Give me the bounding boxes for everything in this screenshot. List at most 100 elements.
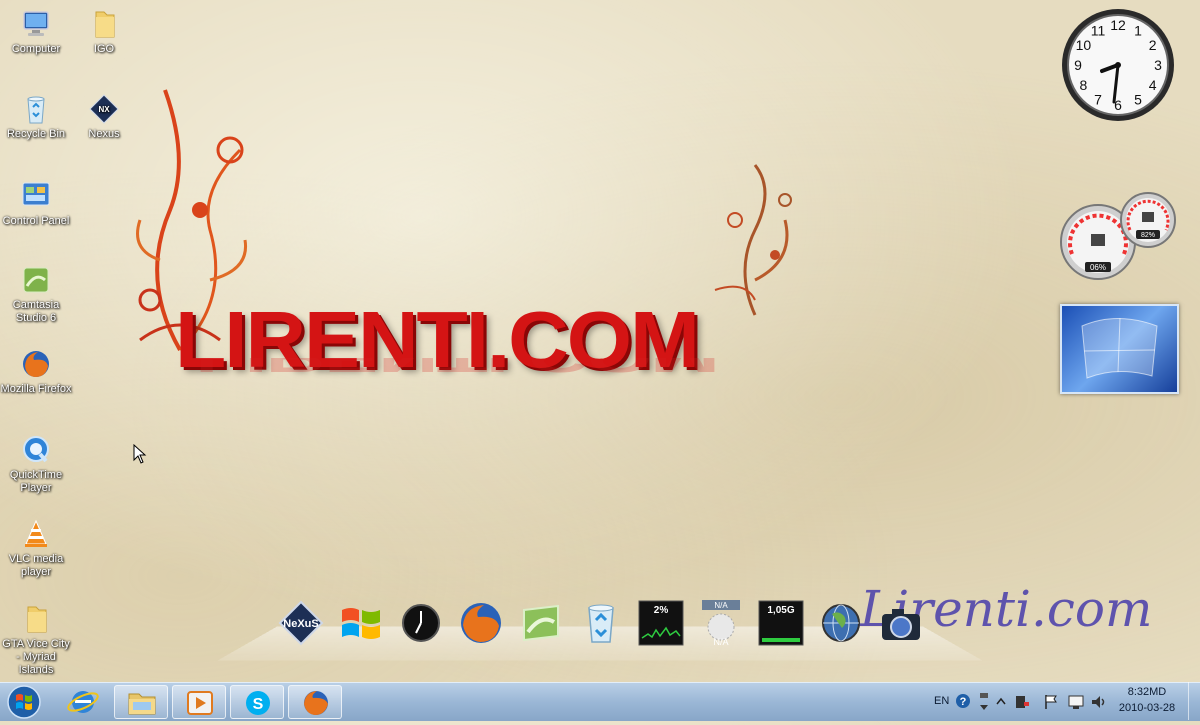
desktop-icon-label: Control Panel xyxy=(2,215,70,227)
dock-item-nexus[interactable]: NeXuS xyxy=(278,600,324,646)
desktop-icon-gta-vice-city[interactable]: GTA Vice City - Myriad Islands xyxy=(0,603,72,677)
dock: NeXuS 2% N/A N/A 1,05G xyxy=(270,600,940,660)
clock-numeral: 2 xyxy=(1149,37,1157,53)
clock-icon xyxy=(402,604,440,642)
cpu-graph-icon: 2% xyxy=(638,600,684,646)
clock-numeral: 9 xyxy=(1074,57,1082,73)
windows-slideshow-icon xyxy=(1081,317,1158,379)
clock-numeral: 5 xyxy=(1134,92,1142,108)
firefox-icon xyxy=(23,351,49,377)
desktop-icon-label: Mozilla Firefox xyxy=(0,383,72,395)
windows-orb-icon xyxy=(7,685,41,719)
desktop-icon-quicktime[interactable]: QuickTime Player xyxy=(0,434,72,495)
dock-memory-label: 1,05G xyxy=(767,605,794,616)
clock-numeral: 10 xyxy=(1076,37,1092,53)
clock-numeral: 8 xyxy=(1080,77,1088,93)
computer-icon xyxy=(23,11,49,36)
slideshow-gadget[interactable] xyxy=(1060,304,1179,394)
taskbar-skype[interactable]: S xyxy=(230,685,284,719)
wallpaper-logo-reflection: LIRENTI.COM xyxy=(195,358,1035,378)
taskbar: S EN ? xyxy=(0,682,1200,721)
skype-icon: S xyxy=(246,691,270,715)
clock-numeral: 7 xyxy=(1094,92,1102,108)
dock-item-camera[interactable] xyxy=(878,600,924,646)
taskbar-windows-explorer[interactable] xyxy=(114,685,168,719)
help-icon[interactable]: ? xyxy=(955,693,971,709)
dock-item-network[interactable]: N/A N/A xyxy=(698,600,744,647)
recycle-bin-icon xyxy=(27,96,45,124)
show-hidden-icons-icon[interactable] xyxy=(996,696,1006,706)
dock-item-firefox[interactable] xyxy=(458,600,504,646)
windows-flag-icon xyxy=(342,608,380,639)
cpu-meter-ram-value: 82% xyxy=(1141,232,1155,239)
svg-text:?: ? xyxy=(960,696,967,708)
dock-cpu-label: 2% xyxy=(654,605,669,616)
camtasia-icon xyxy=(523,604,559,642)
desktop-icon-vlc[interactable]: VLC media player xyxy=(0,518,72,579)
desktop-icon-recycle-bin[interactable]: Recycle Bin xyxy=(0,93,72,141)
firefox-icon xyxy=(461,603,501,643)
camera-icon xyxy=(882,609,920,640)
desktop-icon-label: Recycle Bin xyxy=(6,128,66,140)
start-button[interactable] xyxy=(4,684,44,720)
language-indicator[interactable]: EN xyxy=(934,695,949,707)
network-tray-icon[interactable] xyxy=(1067,693,1085,711)
taskbar-clock-date[interactable]: 2010-03-28 xyxy=(1112,702,1182,714)
desktop-icon-igo[interactable]: IGO xyxy=(68,8,140,56)
vlc-icon xyxy=(25,519,47,547)
firefox-icon xyxy=(304,691,328,715)
taskbar-firefox[interactable] xyxy=(288,685,342,719)
dock-network-sublabel: N/A xyxy=(713,637,728,646)
dock-item-recycle-bin[interactable] xyxy=(578,600,624,646)
dock-item-memory-graph[interactable]: 1,05G xyxy=(758,600,804,646)
network-icon: N/A N/A xyxy=(702,600,740,647)
svg-text:NX: NX xyxy=(98,105,110,114)
dock-item-globe[interactable] xyxy=(818,600,864,646)
dock-network-label: N/A xyxy=(714,601,728,610)
globe-icon xyxy=(822,604,860,642)
mouse-pointer-icon xyxy=(133,444,147,464)
taskbar-internet-explorer[interactable] xyxy=(56,685,110,719)
language-bar-options-icon[interactable] xyxy=(978,691,990,713)
media-player-icon xyxy=(187,691,213,715)
desktop-icon-control-panel[interactable]: Control Panel xyxy=(0,180,72,228)
desktop-icon-label: Camtasia Studio 6 xyxy=(12,299,60,324)
desktop-icon-camtasia[interactable]: Camtasia Studio 6 xyxy=(0,264,72,325)
internet-explorer-icon xyxy=(67,691,99,713)
control-panel-icon xyxy=(22,182,50,206)
desktop-icon-computer[interactable]: Computer xyxy=(0,8,72,56)
dock-item-windows[interactable] xyxy=(338,600,384,646)
svg-text:S: S xyxy=(253,696,264,713)
clock-numeral: 1 xyxy=(1134,22,1142,38)
nexus-icon: NX xyxy=(89,94,119,124)
clock-numeral: 4 xyxy=(1149,77,1157,93)
dock-item-camtasia[interactable] xyxy=(518,600,564,646)
folder-icon xyxy=(95,11,115,38)
volume-icon[interactable] xyxy=(1090,693,1108,711)
action-center-flag-icon[interactable] xyxy=(1043,693,1059,711)
nexus-icon: NeXuS xyxy=(278,600,324,646)
clock-numeral: 3 xyxy=(1154,57,1162,73)
show-desktop-button[interactable] xyxy=(1188,682,1200,720)
camtasia-icon xyxy=(23,267,49,293)
memory-graph-icon: 1,05G xyxy=(758,600,804,646)
taskbar-media-player[interactable] xyxy=(172,685,226,719)
dock-nexus-label: NeXuS xyxy=(283,618,318,630)
desktop-icon-label: GTA Vice City - Myriad Islands xyxy=(2,638,70,676)
windows-explorer-icon xyxy=(128,693,156,715)
taskbar-clock-time[interactable]: 8:32MD xyxy=(1118,686,1176,698)
dock-item-clock[interactable] xyxy=(398,600,444,646)
clock-gadget[interactable]: 12 1234567891011 xyxy=(1060,7,1176,123)
desktop-icon-label: Computer xyxy=(11,43,61,55)
desktop-icon-label: IGO xyxy=(93,43,115,55)
desktop-icon-label: QuickTime Player xyxy=(9,469,63,494)
usb-device-icon[interactable] xyxy=(1012,693,1030,711)
clock-numeral: 12 xyxy=(1110,17,1126,33)
desktop-icon-firefox[interactable]: Mozilla Firefox xyxy=(0,348,72,396)
dock-item-cpu-graph[interactable]: 2% xyxy=(638,600,684,646)
cpu-meter-gadget[interactable]: 06% 82% xyxy=(1060,192,1178,282)
cpu-meter-cpu-value: 06% xyxy=(1090,263,1106,272)
recycle-bin-icon xyxy=(588,604,614,643)
desktop-icon-label: VLC media player xyxy=(8,553,64,578)
folder-icon xyxy=(27,606,47,633)
